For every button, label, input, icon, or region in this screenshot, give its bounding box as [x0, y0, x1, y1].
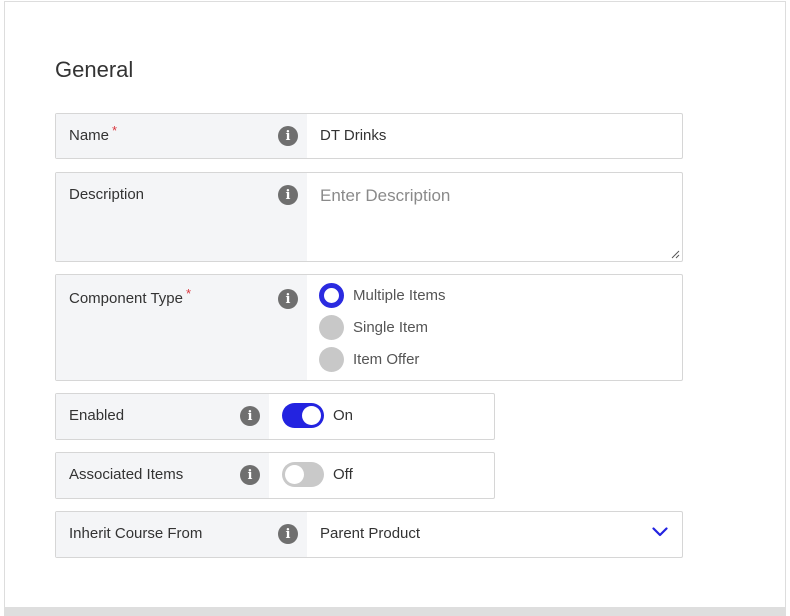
radio-button-selected[interactable] — [319, 282, 344, 308]
info-icon[interactable]: i — [278, 524, 298, 544]
radio-label: Multiple Items — [353, 286, 446, 304]
radio-button[interactable] — [319, 314, 344, 340]
name-input[interactable]: DT Drinks — [307, 114, 682, 158]
inherit-course-label-cell: Inherit Course From i — [56, 512, 307, 557]
enabled-label: Enabled — [69, 407, 125, 424]
component-type-row: Component Type * i Multiple Items Single … — [55, 274, 683, 381]
radio-label: Item Offer — [353, 350, 420, 368]
radio-option-multiple-items[interactable]: Multiple Items — [307, 279, 682, 311]
component-type-radio-group: Multiple Items Single Item Item Offer — [307, 275, 682, 380]
description-row: Description i Enter Description — [55, 172, 683, 262]
description-textarea[interactable]: Enter Description — [307, 173, 682, 261]
resize-handle-icon[interactable] — [671, 250, 680, 259]
radio-option-single-item[interactable]: Single Item — [307, 311, 682, 343]
toggle-knob — [285, 465, 304, 484]
description-label: Description — [69, 186, 145, 203]
radio-button[interactable] — [319, 346, 344, 372]
horizontal-scrollbar[interactable] — [4, 607, 786, 616]
info-icon[interactable]: i — [278, 126, 298, 146]
description-placeholder: Enter Description — [320, 186, 451, 205]
info-icon[interactable]: i — [240, 406, 260, 426]
required-marker: * — [112, 123, 118, 138]
description-label-cell: Description i — [56, 173, 307, 261]
inherit-course-label: Inherit Course From — [69, 525, 203, 542]
chevron-down-icon[interactable] — [652, 527, 668, 537]
radio-option-item-offer[interactable]: Item Offer — [307, 343, 682, 375]
associated-items-state-label: Off — [333, 466, 353, 483]
enabled-row: Enabled i On — [55, 393, 495, 440]
name-label: Name — [69, 127, 110, 144]
enabled-state-label: On — [333, 407, 354, 424]
name-value: DT Drinks — [320, 127, 387, 144]
name-label-cell: Name * i — [56, 114, 307, 158]
inherit-course-row: Inherit Course From i Parent Product — [55, 511, 683, 558]
associated-items-label: Associated Items — [69, 466, 184, 483]
info-icon[interactable]: i — [278, 289, 298, 309]
associated-items-label-cell: Associated Items i — [56, 453, 269, 498]
info-icon[interactable]: i — [278, 185, 298, 205]
inherit-course-select[interactable]: Parent Product — [307, 512, 682, 557]
associated-items-row: Associated Items i Off — [55, 452, 495, 499]
enabled-toggle[interactable] — [282, 403, 324, 428]
toggle-knob — [302, 406, 321, 425]
associated-items-toggle-cell: Off — [269, 453, 494, 498]
inherit-course-value: Parent Product — [320, 525, 421, 542]
required-marker: * — [185, 286, 192, 301]
associated-items-toggle[interactable] — [282, 462, 324, 487]
enabled-toggle-cell: On — [269, 394, 494, 439]
section-title: General — [55, 57, 134, 82]
enabled-label-cell: Enabled i — [56, 394, 269, 439]
info-icon[interactable]: i — [240, 465, 260, 485]
component-type-label-cell: Component Type * i — [56, 275, 307, 380]
component-type-label: Component Type — [69, 290, 183, 307]
name-row: Name * i DT Drinks — [55, 113, 683, 159]
radio-label: Single Item — [353, 318, 429, 336]
